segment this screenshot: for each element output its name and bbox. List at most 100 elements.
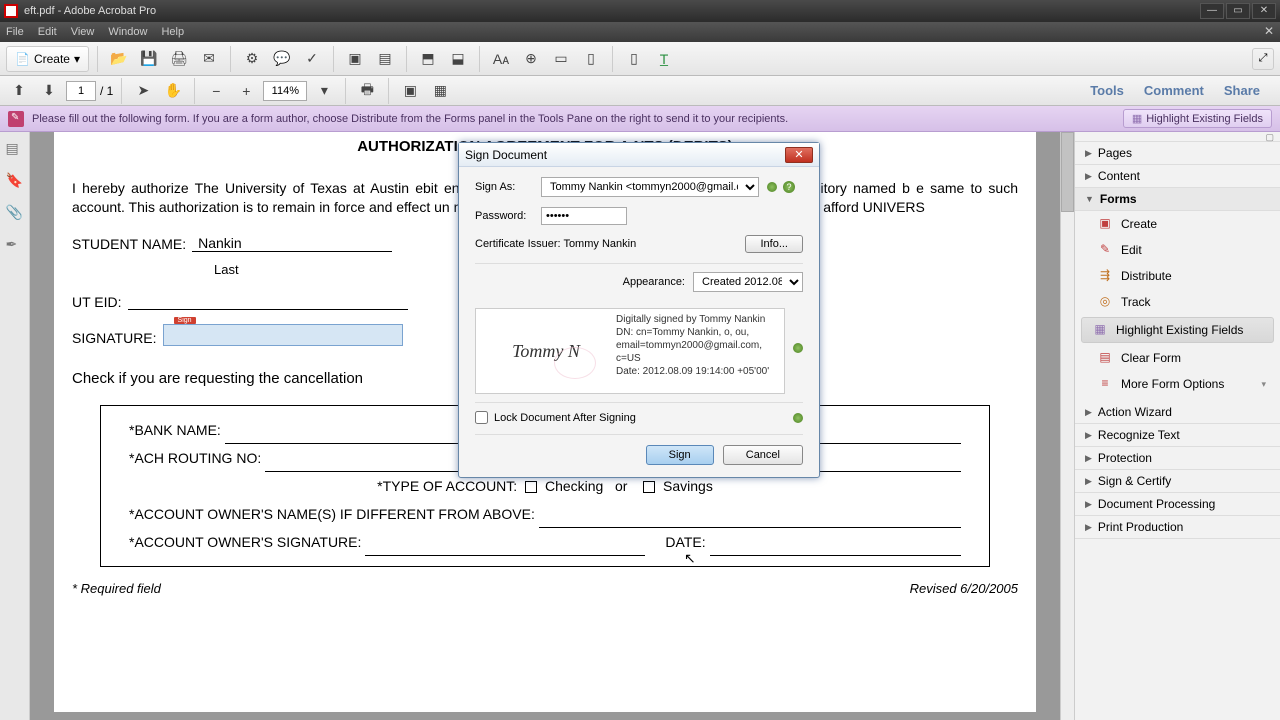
comment-icon[interactable]: 💬 [269, 46, 295, 72]
tool-icon[interactable]: ▯ [621, 46, 647, 72]
select-tool-icon[interactable]: ➤ [130, 78, 156, 104]
appearance-select[interactable]: Created 2012.08.09 [693, 272, 803, 292]
highlight-icon[interactable]: ✓ [299, 46, 325, 72]
tool-icon[interactable]: ▤ [372, 46, 398, 72]
tool-icon[interactable]: 🖶 [354, 78, 380, 104]
tool-icon[interactable]: ⬒ [415, 46, 441, 72]
password-label: Password: [475, 210, 541, 222]
email-icon[interactable]: ✉ [196, 46, 222, 72]
forms-clear[interactable]: ▤Clear Form [1075, 345, 1280, 371]
highlight-fields-label: Highlight Existing Fields [1146, 113, 1263, 125]
appearance-label: Appearance: [623, 276, 685, 288]
chevron-right-icon: ▶ [1085, 407, 1092, 418]
info-button[interactable]: Info... [745, 235, 803, 253]
print-production-section[interactable]: ▶Print Production [1075, 516, 1280, 539]
vertical-scrollbar[interactable] [1060, 132, 1074, 720]
date-field[interactable] [710, 528, 961, 556]
signature-field[interactable]: Sign [163, 324, 403, 346]
chevron-right-icon: ▶ [1085, 453, 1092, 464]
print-production-label: Print Production [1098, 520, 1183, 534]
forms-distribute[interactable]: ⇶Distribute [1075, 263, 1280, 289]
menu-file[interactable]: File [6, 26, 24, 38]
zoom-input[interactable] [263, 81, 307, 101]
scrollbar-thumb[interactable] [1061, 132, 1074, 212]
tool-icon[interactable]: ▣ [397, 78, 423, 104]
recognize-text-section[interactable]: ▶Recognize Text [1075, 424, 1280, 447]
forms-highlight-fields[interactable]: ▦Highlight Existing Fields [1081, 317, 1274, 343]
zoom-dropdown-icon[interactable]: ▾ [311, 78, 337, 104]
print-icon[interactable]: 🖨 [166, 46, 192, 72]
pages-section[interactable]: ▶Pages [1075, 142, 1280, 165]
open-icon[interactable]: 📂 [106, 46, 132, 72]
separator [194, 78, 195, 104]
tool-icon[interactable]: ▦ [427, 78, 453, 104]
doc-processing-section[interactable]: ▶Document Processing [1075, 493, 1280, 516]
tool-icon[interactable]: ▣ [342, 46, 368, 72]
checking-checkbox[interactable] [525, 481, 537, 493]
bookmarks-rail-icon[interactable]: 🔖 [6, 172, 24, 190]
zoom-out-icon[interactable]: − [203, 78, 229, 104]
pages-label: Pages [1098, 146, 1132, 160]
save-icon[interactable]: 💾 [136, 46, 162, 72]
tab-share[interactable]: Share [1224, 83, 1260, 98]
forms-section[interactable]: ▼Forms [1075, 188, 1280, 211]
lock-label: Lock Document After Signing [494, 412, 636, 424]
help-icon[interactable]: ? [783, 181, 795, 193]
tool-icon[interactable]: ▯ [578, 46, 604, 72]
savings-checkbox[interactable] [643, 481, 655, 493]
protection-section[interactable]: ▶Protection [1075, 447, 1280, 470]
page-number-input[interactable] [66, 81, 96, 101]
page-up-icon[interactable]: ⬆ [6, 78, 32, 104]
menu-view[interactable]: View [71, 26, 95, 38]
cancel-button[interactable]: Cancel [723, 445, 803, 465]
sign-as-select[interactable]: Tommy Nankin <tommyn2000@gmail.com> [541, 177, 759, 197]
sign-certify-section[interactable]: ▶Sign & Certify [1075, 470, 1280, 493]
forms-more-options[interactable]: ≡More Form Options▾ [1075, 371, 1280, 397]
action-wizard-section[interactable]: ▶ Action Wizard [1075, 401, 1280, 424]
lock-checkbox[interactable] [475, 411, 488, 424]
hand-tool-icon[interactable]: ✋ [160, 78, 186, 104]
dialog-close-button[interactable]: ✕ [785, 147, 813, 163]
menu-edit[interactable]: Edit [38, 26, 57, 38]
password-row: Password: [475, 207, 803, 225]
action-wizard-label: Action Wizard [1098, 405, 1172, 419]
expand-icon[interactable]: ⤢ [1252, 48, 1274, 70]
tab-comment[interactable]: Comment [1144, 83, 1204, 98]
tool-icon[interactable]: ⬓ [445, 46, 471, 72]
password-input[interactable] [541, 207, 627, 225]
text-size-icon[interactable]: Aᴀ [488, 46, 514, 72]
pane-options[interactable]: ▢ [1075, 132, 1280, 142]
forms-edit-label: Edit [1121, 243, 1142, 257]
form-message: Please fill out the following form. If y… [32, 113, 788, 125]
signatures-rail-icon[interactable]: ✒ [6, 236, 24, 254]
menu-window[interactable]: Window [108, 26, 147, 38]
pages-rail-icon[interactable]: ▤ [6, 140, 24, 158]
tool-icon[interactable]: ⊕ [518, 46, 544, 72]
owner-sig-field[interactable] [365, 528, 645, 556]
close-window-button[interactable]: ✕ [1252, 3, 1276, 19]
forms-track[interactable]: ◎Track [1075, 289, 1280, 315]
forms-edit[interactable]: ✎Edit [1075, 237, 1280, 263]
insert-text-icon[interactable]: T̲ [651, 46, 677, 72]
forms-create[interactable]: ▣Create [1075, 211, 1280, 237]
menu-help[interactable]: Help [161, 26, 184, 38]
cert-issuer-row: Certificate Issuer: Tommy Nankin Info... [475, 235, 803, 253]
maximize-button[interactable]: ▭ [1226, 3, 1250, 19]
separator [97, 46, 98, 72]
account-type-label: *TYPE OF ACCOUNT: [377, 478, 517, 494]
owner-name-field[interactable] [539, 500, 961, 528]
content-section[interactable]: ▶Content [1075, 165, 1280, 188]
sign-button[interactable]: Sign [646, 445, 714, 465]
zoom-in-icon[interactable]: + [233, 78, 259, 104]
gear-icon[interactable]: ⚙ [239, 46, 265, 72]
minimize-button[interactable]: — [1200, 3, 1224, 19]
cert-issuer-label: Certificate Issuer: Tommy Nankin [475, 238, 636, 250]
attachments-rail-icon[interactable]: 📎 [6, 204, 24, 222]
close-doc-button[interactable]: ✕ [1264, 24, 1274, 38]
doc-processing-label: Document Processing [1098, 497, 1215, 511]
highlight-fields-button[interactable]: Highlight Existing Fields [1123, 109, 1272, 128]
create-button[interactable]: 📄 Create ▾ [6, 46, 89, 72]
tool-icon[interactable]: ▭ [548, 46, 574, 72]
page-down-icon[interactable]: ⬇ [36, 78, 62, 104]
tab-tools[interactable]: Tools [1090, 83, 1124, 98]
